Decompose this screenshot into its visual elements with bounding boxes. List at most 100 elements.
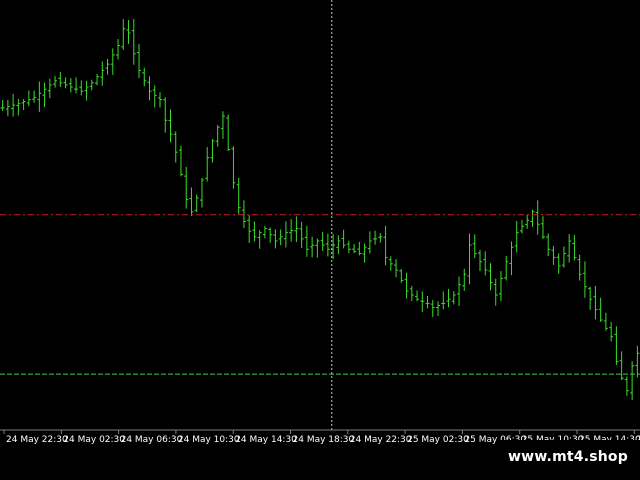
- price-bar: [425, 295, 430, 309]
- price-bar: [404, 272, 409, 299]
- price-bar: [26, 90, 31, 107]
- price-bar: [572, 235, 577, 261]
- price-bar: [341, 229, 346, 249]
- price-chart[interactable]: 24 May 22:3024 May 02:3024 May 06:3024 M…: [0, 0, 640, 480]
- price-bar: [89, 79, 94, 91]
- price-bar: [509, 241, 514, 276]
- price-bar: [514, 220, 519, 253]
- price-bar: [451, 291, 456, 305]
- price-bar: [373, 230, 378, 245]
- price-bar: [462, 268, 467, 291]
- price-bar: [299, 221, 304, 249]
- price-bar: [231, 146, 236, 189]
- price-bar: [173, 131, 178, 163]
- price-bar: [63, 77, 68, 89]
- price-bar: [142, 67, 147, 87]
- price-bar: [47, 78, 52, 99]
- price-bar: [121, 19, 126, 50]
- price-bar: [100, 61, 105, 86]
- price-bar: [535, 200, 540, 235]
- price-bar: [11, 93, 16, 117]
- x-tick-label: 24 May 10:30: [178, 435, 240, 445]
- price-bar: [567, 234, 572, 263]
- x-tick-label: 24 May 06:30: [121, 435, 183, 445]
- price-bar: [436, 301, 441, 317]
- price-bar: [446, 288, 451, 308]
- price-bar: [561, 246, 566, 268]
- price-bar: [110, 48, 115, 75]
- watermark: www.mt4.shop: [496, 440, 640, 473]
- price-bar: [593, 285, 598, 320]
- price-bar: [126, 19, 131, 44]
- price-bar: [210, 138, 215, 163]
- price-bar: [525, 214, 530, 229]
- price-bar: [178, 145, 183, 177]
- price-bar: [79, 80, 84, 96]
- price-bar: [84, 81, 89, 101]
- price-bar: [582, 261, 587, 298]
- price-bar: [53, 76, 58, 88]
- price-bar: [546, 233, 551, 257]
- price-bar: [336, 235, 341, 255]
- price-bar: [367, 231, 372, 254]
- price-bar: [68, 78, 73, 93]
- x-tick-label: 24 May 22:30: [350, 435, 412, 445]
- price-bar: [530, 209, 535, 227]
- x-tick-label: 24 May 22:30: [6, 435, 68, 445]
- price-bar: [483, 251, 488, 276]
- price-bar: [493, 278, 498, 306]
- price-bar: [383, 225, 388, 266]
- price-bar: [540, 216, 545, 240]
- price-bar: [352, 244, 357, 254]
- price-bar: [430, 299, 435, 318]
- price-bar: [630, 361, 635, 400]
- price-bar: [388, 256, 393, 271]
- price-bar: [5, 99, 10, 117]
- price-bar: [168, 109, 173, 143]
- price-bar: [394, 259, 399, 278]
- watermark-text: www.mt4.shop: [508, 448, 628, 465]
- price-bar: [294, 216, 299, 243]
- price-bar: [262, 226, 267, 239]
- price-bar: [635, 345, 640, 378]
- price-bars: [0, 18, 640, 400]
- price-bar: [241, 200, 246, 229]
- price-bar: [310, 236, 315, 258]
- x-tick-label: 24 May 14:30: [235, 435, 297, 445]
- price-bar: [283, 221, 288, 248]
- price-bar: [619, 351, 624, 381]
- price-bar: [236, 177, 241, 214]
- price-bar: [577, 254, 582, 281]
- price-bar: [603, 312, 608, 331]
- chart-window[interactable]: 24 May 22:30 24 May 02:30 24 May 06:30 24 M…: [0, 0, 640, 480]
- price-bar: [247, 215, 252, 243]
- price-bar: [21, 99, 26, 110]
- price-bar: [32, 90, 37, 103]
- price-bar: [315, 238, 320, 258]
- price-bar: [598, 297, 603, 322]
- price-bar: [289, 219, 294, 242]
- price-bar: [478, 249, 482, 272]
- price-bar: [252, 221, 257, 242]
- price-bar: [357, 241, 362, 256]
- price-bar: [304, 225, 309, 257]
- x-tick-label: 24 May 02:30: [63, 435, 125, 445]
- price-bar: [205, 146, 210, 182]
- x-tick-label: 24 May 18:30: [293, 435, 355, 445]
- price-bar: [42, 82, 47, 108]
- price-bar: [199, 178, 204, 208]
- price-bar: [488, 263, 493, 291]
- price-bar: [194, 194, 199, 213]
- price-bar: [420, 291, 425, 313]
- price-bar: [74, 77, 79, 94]
- price-bar: [472, 234, 477, 259]
- price-bar: [399, 268, 404, 283]
- price-bar: [556, 253, 561, 274]
- price-bar: [95, 74, 100, 86]
- price-bar: [116, 39, 121, 60]
- price-bar: [441, 291, 446, 310]
- price-bar: [147, 76, 152, 101]
- price-bar: [152, 85, 157, 108]
- price-bar: [215, 124, 220, 147]
- price-bar: [614, 326, 619, 365]
